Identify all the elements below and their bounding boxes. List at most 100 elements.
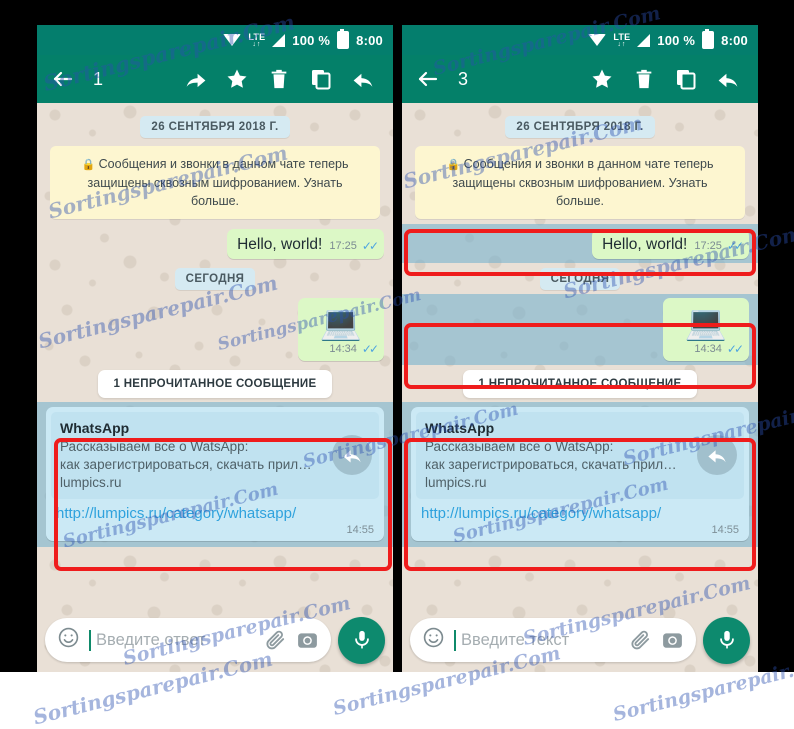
read-receipt-icon: ✓✓ xyxy=(361,239,379,254)
unread-divider-row: 1 НЕПРОЧИТАННОЕ СООБЩЕНИЕ xyxy=(411,370,749,399)
link-preview-desc-line1: Рассказываем все о WatsApp: xyxy=(425,439,614,455)
incoming-link-card-bubble[interactable]: WhatsApp Рассказываем все о WatsApp: как… xyxy=(46,407,384,542)
message-list-right: 26 СЕНТЯБРЯ 2018 Г. 🔒 Сообщения и звонки… xyxy=(402,103,758,548)
back-arrow-icon[interactable] xyxy=(414,65,442,93)
message-row-image[interactable]: 💻 14:34 ✓✓ xyxy=(402,294,758,366)
lte-icon: LTE ↓↑ xyxy=(613,32,630,48)
copy-icon[interactable] xyxy=(303,61,339,97)
phone-screenshot-left: LTE ↓↑ 100 % 8:00 1 26 СЕНТЯБРЯ 2018 Г. … xyxy=(37,25,393,672)
selection-toolbar-left: 1 xyxy=(37,55,393,103)
outgoing-image-bubble[interactable]: 💻 14:34 ✓✓ xyxy=(662,298,749,362)
today-pill: СЕГОДНЯ xyxy=(539,268,621,291)
text-cursor xyxy=(89,629,91,651)
forward-arrow-icon[interactable] xyxy=(332,435,372,475)
wifi-icon xyxy=(588,34,607,46)
emoji-smiley-icon[interactable] xyxy=(57,626,80,654)
message-row-text[interactable]: Hello, world! 17:25 ✓✓ xyxy=(402,224,758,264)
text-cursor xyxy=(454,629,456,651)
encryption-system-message[interactable]: 🔒 Сообщения и звонки в данном чате тепер… xyxy=(415,146,745,220)
link-preview-site: lumpics.ru xyxy=(425,474,487,490)
selection-count-left: 1 xyxy=(93,68,104,89)
read-receipt-icon: ✓✓ xyxy=(361,342,379,357)
link-preview[interactable]: WhatsApp Рассказываем все о WatsApp: как… xyxy=(416,412,744,499)
forward-arrow-icon[interactable] xyxy=(345,61,381,97)
message-row-text[interactable]: Hello, world! 17:25 ✓✓ xyxy=(46,229,384,260)
status-bar: LTE ↓↑ 100 % 8:00 xyxy=(37,25,393,55)
link-preview-desc-line2: как зарегистрироваться, скачать прил… xyxy=(60,457,312,472)
message-input-pill[interactable]: Введите текст xyxy=(410,618,696,662)
copy-icon[interactable] xyxy=(668,61,704,97)
lte-arrows: ↓↑ xyxy=(252,40,262,48)
battery-percent-label: 100 % xyxy=(292,32,331,48)
message-link-url[interactable]: http://lumpics.ru/category/whatsapp/ xyxy=(416,499,744,523)
status-bar: LTE ↓↑ 100 % 8:00 xyxy=(402,25,758,55)
message-input-placeholder[interactable]: Введите текст xyxy=(461,631,620,650)
link-preview[interactable]: WhatsApp Рассказываем все о WatsApp: как… xyxy=(51,412,379,499)
outgoing-text-bubble[interactable]: Hello, world! 17:25 ✓✓ xyxy=(227,229,384,260)
star-icon[interactable] xyxy=(584,61,620,97)
emoji-smiley-icon[interactable] xyxy=(422,626,445,654)
message-link-url[interactable]: http://lumpics.ru/category/whatsapp/ xyxy=(51,499,379,523)
message-row-image[interactable]: 💻 14:34 ✓✓ xyxy=(46,298,384,362)
outgoing-image-bubble[interactable]: 💻 14:34 ✓✓ xyxy=(297,298,384,362)
forward-arrow-icon[interactable] xyxy=(697,435,737,475)
laptop-emoji-icon: 💻 xyxy=(319,304,362,343)
battery-full-icon xyxy=(702,29,715,49)
gutter-left xyxy=(0,0,37,672)
laptop-emoji-icon: 💻 xyxy=(684,304,727,343)
outgoing-text-bubble[interactable]: Hello, world! 17:25 ✓✓ xyxy=(592,229,749,260)
message-input-bar-right: Введите текст xyxy=(402,608,758,672)
message-input-bar-left: Введите ответ xyxy=(37,608,393,672)
message-input-pill[interactable]: Введите ответ xyxy=(45,618,331,662)
message-meta: 17:25 ✓✓ xyxy=(329,239,379,254)
link-preview-site: lumpics.ru xyxy=(60,474,122,490)
clock-label: 8:00 xyxy=(356,32,383,48)
gutter-right xyxy=(758,0,794,672)
today-divider-row: СЕГОДНЯ xyxy=(46,268,384,291)
signal-bars-icon xyxy=(637,33,651,47)
message-list-left: 26 СЕНТЯБРЯ 2018 Г. 🔒 Сообщения и звонки… xyxy=(37,103,393,548)
microphone-button[interactable] xyxy=(338,616,385,664)
signal-bars-icon xyxy=(272,33,286,47)
trash-icon[interactable] xyxy=(261,61,297,97)
phone-screenshot-right: LTE ↓↑ 100 % 8:00 3 26 СЕНТЯБРЯ 2018 Г. … xyxy=(402,25,758,672)
star-icon[interactable] xyxy=(219,61,255,97)
chat-canvas-right[interactable]: 26 СЕНТЯБРЯ 2018 Г. 🔒 Сообщения и звонки… xyxy=(402,103,758,672)
message-meta: 17:25 ✓✓ xyxy=(694,239,744,254)
encryption-system-text: Сообщения и звонки в данном чате теперь … xyxy=(87,157,349,209)
message-input-placeholder[interactable]: Введите ответ xyxy=(96,631,255,650)
screenshot-root: LTE ↓↑ 100 % 8:00 1 26 СЕНТЯБРЯ 2018 Г. … xyxy=(0,0,794,729)
date-divider-row: 26 СЕНТЯБРЯ 2018 Г. xyxy=(46,116,384,138)
message-row-link-card[interactable]: WhatsApp Рассказываем все о WatsApp: как… xyxy=(37,402,393,548)
lock-icon: 🔒 xyxy=(81,159,96,171)
today-divider-row: СЕГОДНЯ xyxy=(411,268,749,291)
encryption-system-message[interactable]: 🔒 Сообщения и звонки в данном чате тепер… xyxy=(50,146,380,220)
link-preview-text: WhatsApp Рассказываем все о WatsApp: как… xyxy=(60,420,326,490)
image-meta: 14:34 ✓✓ xyxy=(329,342,379,357)
trash-icon[interactable] xyxy=(626,61,662,97)
date-divider-row: 26 СЕНТЯБРЯ 2018 Г. xyxy=(411,116,749,138)
paperclip-icon[interactable] xyxy=(264,629,287,652)
back-arrow-icon[interactable] xyxy=(49,65,77,93)
date-pill: 26 СЕНТЯБРЯ 2018 Г. xyxy=(505,116,655,138)
microphone-button[interactable] xyxy=(703,616,750,664)
paperclip-icon[interactable] xyxy=(629,629,652,652)
camera-icon[interactable] xyxy=(661,629,684,652)
read-receipt-icon: ✓✓ xyxy=(726,342,744,357)
lte-arrows: ↓↑ xyxy=(617,40,627,48)
link-preview-title: WhatsApp xyxy=(425,420,495,437)
message-row-link-card[interactable]: WhatsApp Рассказываем все о WatsApp: как… xyxy=(402,402,758,548)
unread-divider-label: 1 НЕПРОЧИТАННОЕ СООБЩЕНИЕ xyxy=(97,370,333,399)
link-preview-title: WhatsApp xyxy=(60,420,130,437)
link-card-time: 14:55 xyxy=(346,524,374,537)
link-card-time: 14:55 xyxy=(711,524,739,537)
image-meta: 14:34 ✓✓ xyxy=(694,342,744,357)
forward-arrow-icon[interactable] xyxy=(710,61,746,97)
battery-percent-label: 100 % xyxy=(657,32,696,48)
gutter-middle xyxy=(393,0,402,672)
reply-arrow-icon[interactable] xyxy=(177,61,213,97)
image-time: 14:34 xyxy=(694,343,722,356)
camera-icon[interactable] xyxy=(296,629,319,652)
chat-canvas-left[interactable]: 26 СЕНТЯБРЯ 2018 Г. 🔒 Сообщения и звонки… xyxy=(37,103,393,672)
incoming-link-card-bubble[interactable]: WhatsApp Рассказываем все о WatsApp: как… xyxy=(411,407,749,542)
